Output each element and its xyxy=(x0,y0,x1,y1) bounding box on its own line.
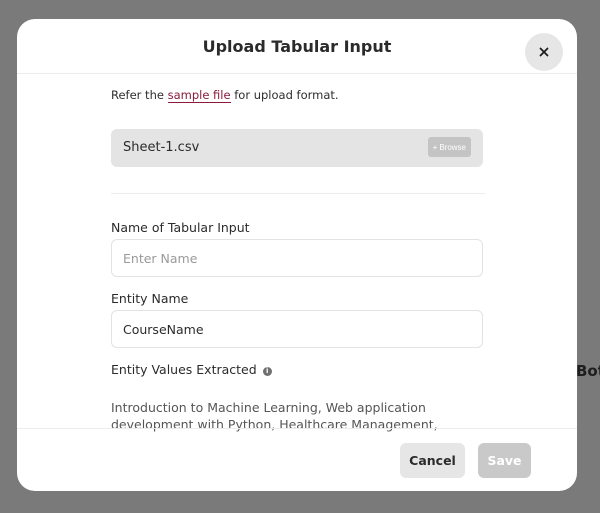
browse-button[interactable]: + Browse xyxy=(427,137,471,157)
tabular-name-label: Name of Tabular Input xyxy=(111,220,250,235)
info-icon[interactable]: i xyxy=(262,366,272,376)
browse-label: Browse xyxy=(439,142,466,152)
cancel-button[interactable]: Cancel xyxy=(400,443,465,478)
hint-suffix: for upload format. xyxy=(234,88,339,102)
hint-prefix: Refer the xyxy=(111,88,164,102)
upload-tabular-input-dialog: Upload Tabular Input Refer the sample fi… xyxy=(17,19,577,491)
entity-values-heading: Entity Values Extracted i xyxy=(111,362,272,377)
save-button[interactable]: Save xyxy=(478,443,531,478)
background-text: Bot xyxy=(576,362,600,380)
entity-values-label: Entity Values Extracted xyxy=(111,362,257,377)
entity-name-label: Entity Name xyxy=(111,291,189,306)
dialog-title: Upload Tabular Input xyxy=(202,37,392,56)
sample-file-link[interactable]: sample file xyxy=(167,88,231,103)
tabular-name-input[interactable] xyxy=(111,239,483,277)
file-upload-field[interactable]: Sheet-1.csv + Browse xyxy=(111,129,483,167)
entity-name-input[interactable] xyxy=(111,310,483,348)
divider xyxy=(111,193,485,194)
dialog-footer: Cancel Save xyxy=(17,428,577,491)
dialog-header: Upload Tabular Input xyxy=(17,19,577,74)
close-button[interactable] xyxy=(525,33,563,71)
close-icon xyxy=(539,47,549,57)
format-hint: Refer the sample file for upload format. xyxy=(111,88,339,103)
file-name: Sheet-1.csv xyxy=(123,140,200,155)
plus-icon: + xyxy=(432,142,438,152)
